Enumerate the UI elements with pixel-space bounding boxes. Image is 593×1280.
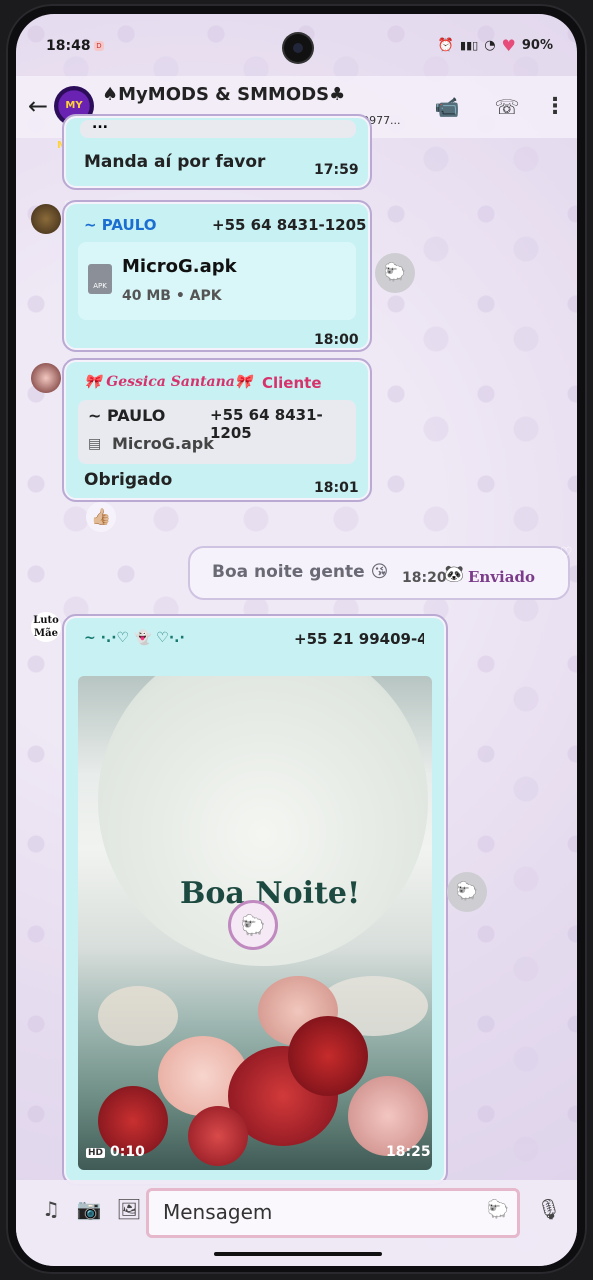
- battery-level: 90%: [521, 38, 553, 53]
- rose: [288, 1016, 368, 1096]
- voice-call-icon[interactable]: ☏: [492, 92, 522, 122]
- document-icon: ▤: [88, 436, 102, 452]
- video-title: Boa Noite!: [180, 876, 361, 911]
- quoted-preview: ...: [80, 116, 356, 138]
- sticker-icon[interactable]: 🐑: [487, 1199, 509, 1220]
- message-time: 17:59: [314, 162, 359, 178]
- file-name: MicroG.apk: [122, 256, 237, 277]
- group-title[interactable]: ♠MyMODS & SMMODS♣: [102, 84, 345, 105]
- rose: [188, 1106, 248, 1166]
- avatar[interactable]: [31, 204, 61, 234]
- file-meta: 40 MB • APK: [122, 288, 222, 304]
- apk-file-icon: APK: [88, 264, 112, 294]
- sender-name[interactable]: ~ ·.·♡ 👻 ♡·.·: [84, 630, 185, 646]
- hd-badge: HD: [86, 1148, 106, 1158]
- message-time: 18:20: [402, 570, 447, 586]
- status-icons: ⏰ ▮▮▯ ◔ ♥ 90%: [438, 36, 553, 55]
- message-text: Obrigado: [84, 470, 173, 490]
- video-cloud: [98, 986, 178, 1046]
- status-bar: 18:48 D ⏰ ▮▮▯ ◔ ♥ 90%: [16, 14, 577, 74]
- gallery-icon[interactable]: 🖼: [114, 1194, 144, 1224]
- quoted-phone: +55 64 8431-1205: [210, 406, 323, 442]
- message-time: 18:00: [314, 332, 359, 348]
- status-time: 18:48: [46, 38, 91, 54]
- sender-role: Cliente: [262, 374, 322, 392]
- file-attachment[interactable]: APK MicroG.apk 40 MB • APK: [78, 242, 356, 320]
- forward-button[interactable]: 🐑: [447, 872, 487, 912]
- video-message[interactable]: Boa Noite! 🐑 HD 0:10 18:25: [78, 676, 432, 1170]
- front-camera: [284, 34, 312, 62]
- status-sticker-icon: 🐼: [444, 564, 464, 583]
- message-bubble[interactable]: ~ ·.·♡ 👻 ♡·.· +55 21 99409-423 Boa Noite…: [62, 614, 448, 1186]
- heart-icon: ♥: [501, 36, 516, 55]
- forward-button[interactable]: 🐑: [375, 253, 415, 293]
- message-bubble[interactable]: ~ PAULO +55 64 8431-1205 APK MicroG.apk …: [62, 200, 372, 352]
- sender-name[interactable]: 🎀 Gessica Santana🎀: [84, 374, 252, 390]
- quoted-message[interactable]: ~ PAULO +55 64 8431-1205 ▤ MicroG.apk: [78, 400, 356, 464]
- message-text: Boa noite gente 😘: [212, 562, 389, 582]
- message-time: 18:25: [386, 1144, 431, 1160]
- reaction[interactable]: 👍🏼: [86, 502, 116, 532]
- home-indicator: [214, 1252, 382, 1256]
- sender-phone: +55 21 99409-423: [294, 630, 424, 648]
- wifi-icon: ◔: [484, 38, 496, 53]
- video-duration: 0:10: [110, 1144, 145, 1160]
- delivery-status: Enviado: [468, 568, 535, 586]
- avatar[interactable]: Luto Mãe: [31, 612, 61, 642]
- back-arrow-icon[interactable]: ←: [28, 92, 48, 120]
- camera-icon[interactable]: 📷: [74, 1194, 104, 1224]
- message-time: 18:01: [314, 480, 359, 496]
- signal-icon: ▮▮▯: [460, 39, 479, 52]
- sender-name[interactable]: ~ PAULO: [84, 216, 157, 234]
- sent-message-bubble[interactable]: Boa noite gente 😘 18:20 🐼 Enviado: [188, 546, 570, 600]
- chat-screen: 18:48 D ⏰ ▮▮▯ ◔ ♥ 90% ← MY MODS ♠MyMODS …: [16, 14, 577, 1266]
- message-bubble[interactable]: 🎀 Gessica Santana🎀 Cliente ~ PAULO +55 6…: [62, 358, 372, 502]
- music-icon[interactable]: ♫: [36, 1194, 66, 1224]
- sender-phone: +55 64 8431-1205: [212, 216, 367, 234]
- quoted-sender: ~ PAULO: [88, 406, 166, 425]
- heart-outline-icon: ♡: [560, 545, 573, 561]
- message-input[interactable]: [161, 1199, 465, 1225]
- alarm-icon: ⏰: [437, 38, 455, 53]
- mic-icon[interactable]: 🎙: [534, 1194, 564, 1224]
- play-button[interactable]: 🐑: [228, 900, 278, 950]
- quoted-file: MicroG.apk: [112, 434, 214, 453]
- ellipsis: ...: [92, 116, 108, 132]
- message-input-bar: ♫ 📷 🖼 🐑 🎙: [16, 1180, 577, 1266]
- message-text: Manda aí por favor: [84, 152, 266, 172]
- message-bubble[interactable]: ... Manda aí por favor 17:59: [62, 114, 372, 190]
- video-call-icon[interactable]: 📹: [432, 92, 462, 122]
- message-field[interactable]: 🐑: [146, 1188, 520, 1238]
- notification-icon: D: [94, 41, 104, 51]
- avatar[interactable]: [31, 363, 61, 393]
- more-options-icon[interactable]: ⋮: [540, 92, 570, 122]
- phone-frame: 18:48 D ⏰ ▮▮▯ ◔ ♥ 90% ← MY MODS ♠MyMODS …: [6, 4, 587, 1274]
